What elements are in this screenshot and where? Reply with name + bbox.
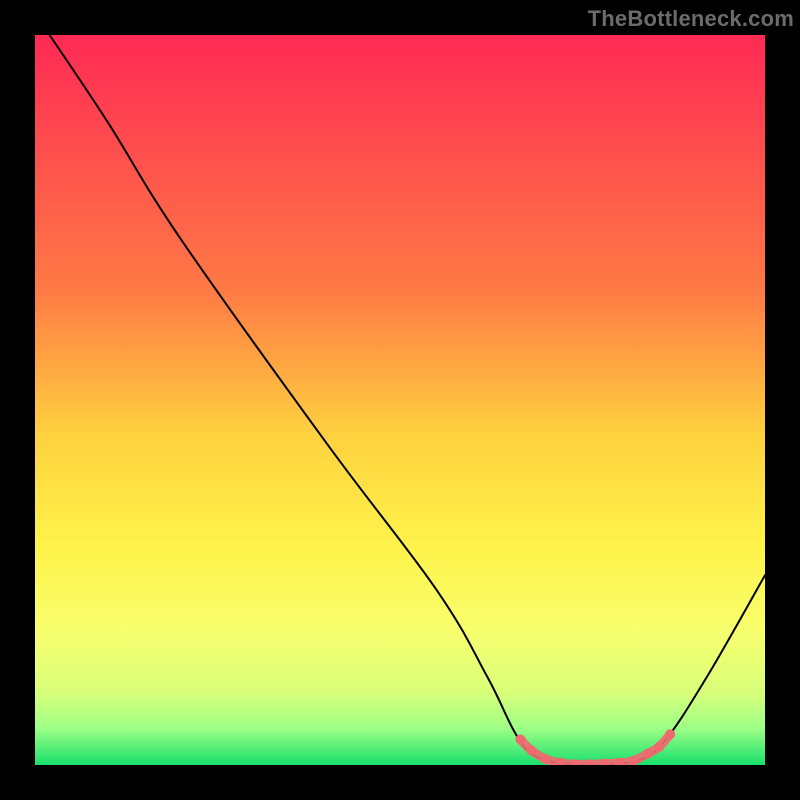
optimal-marker <box>541 754 551 764</box>
optimal-marker <box>654 742 664 752</box>
optimal-marker <box>515 734 525 744</box>
optimal-marker <box>643 748 653 758</box>
watermark-text: TheBottleneck.com <box>588 6 794 32</box>
chart-container: TheBottleneck.com <box>0 0 800 800</box>
optimal-marker <box>665 729 675 739</box>
plot-area <box>35 35 765 765</box>
optimal-marker <box>526 745 536 755</box>
plot-svg <box>35 35 765 765</box>
gradient-background <box>35 35 765 765</box>
